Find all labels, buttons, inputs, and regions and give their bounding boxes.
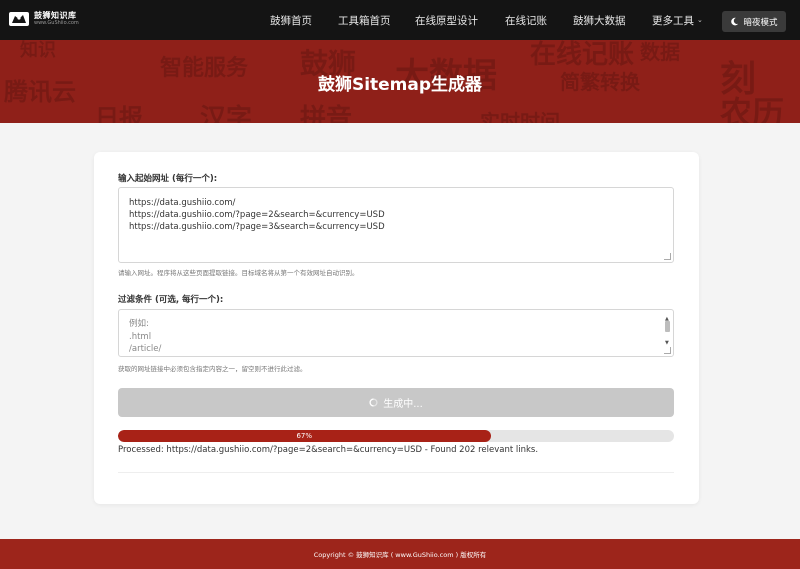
filter-label: 过滤条件 (可选, 每行一个): (118, 295, 224, 305)
night-mode-button[interactable]: 暗夜模式 (722, 11, 786, 32)
logo-title: 鼓狮知识库 (34, 11, 77, 20)
hero-bg-word: 数据 (640, 40, 680, 64)
filter-hint: 获取的网址链接中必须包含指定内容之一，留空则不进行此过滤。 (118, 365, 307, 373)
urls-label: 输入起始网址 (每行一个): (118, 174, 218, 184)
url-line: https://data.gushiio.com/ (129, 198, 236, 208)
hero-bg-word: 汉字 (200, 104, 253, 123)
copyright-text: Copyright © 鼓狮知识库 ( www.GuShiio.com ) 版权… (313, 551, 487, 559)
progress-status-text: Processed: https://data.gushiio.com/?pag… (118, 445, 539, 455)
more-tools-label: 更多工具 (652, 14, 694, 27)
generate-button[interactable]: 生成中... (118, 388, 674, 417)
nav-link-toolbox[interactable]: 工具箱首页 (338, 13, 391, 28)
filter-textarea[interactable]: 例如: .html /article/ ▲ ▼ (118, 309, 674, 357)
generator-card: 输入起始网址 (每行一个): https://data.gushiio.com/… (94, 152, 699, 504)
chevron-down-icon: ⌄ (697, 16, 703, 24)
progress-bar: 67% (118, 430, 674, 442)
divider (118, 472, 674, 473)
scroll-thumb[interactable] (665, 321, 670, 332)
night-mode-label: 暗夜模式 (743, 17, 778, 28)
generate-button-label: 生成中... (383, 399, 423, 410)
lion-logo-icon (9, 12, 29, 26)
top-navbar: 鼓狮知识库 www.GuShiio.com 鼓狮首页 工具箱首页 在线原型设计 … (0, 0, 800, 40)
filter-placeholder-line: 例如: (129, 319, 149, 329)
moon-icon (731, 17, 739, 26)
urls-hint: 请输入网址。程序将从这些页面提取链接。目标域名将从第一个有效网址自动识别。 (118, 269, 359, 277)
progress-percent: 67% (296, 432, 313, 440)
hero-bg-word: 拼音 (300, 104, 353, 123)
spinner-icon (369, 398, 378, 407)
footer: Copyright © 鼓狮知识库 ( www.GuShiio.com ) 版权… (0, 539, 800, 569)
hero-bg-word: 实时时间 (480, 110, 560, 123)
resize-handle-icon[interactable] (664, 253, 671, 260)
site-logo[interactable]: 鼓狮知识库 www.GuShiio.com (8, 10, 79, 28)
progress-fill: 67% (118, 430, 491, 442)
nav-link-more-tools[interactable]: 更多工具 ⌄ (652, 13, 703, 28)
nav-link-bigdata[interactable]: 鼓狮大数据 (573, 13, 626, 28)
nav-link-accounting[interactable]: 在线记账 (505, 13, 547, 28)
hero-banner: 智能服务 鼓狮 大数据 在线记账 刻 腾讯云 简繁转换 日报 汉字 拼音 实时时… (0, 40, 800, 123)
url-line: https://data.gushiio.com/?page=3&search=… (129, 222, 385, 232)
nav-link-prototype[interactable]: 在线原型设计 (415, 13, 478, 28)
hero-bg-word: 知识 (20, 40, 56, 61)
hero-bg-word: 日报 (95, 104, 143, 123)
nav-link-home[interactable]: 鼓狮首页 (270, 13, 312, 28)
url-line: https://data.gushiio.com/?page=2&search=… (129, 210, 385, 220)
resize-handle-icon[interactable] (664, 347, 671, 354)
start-urls-textarea[interactable]: https://data.gushiio.com/ https://data.g… (118, 187, 674, 263)
page-title: 鼓狮Sitemap生成器 (317, 75, 483, 95)
logo-subtitle: www.GuShiio.com (34, 20, 79, 26)
filter-placeholder-line: /article/ (129, 344, 162, 354)
filter-placeholder-line: .html (129, 331, 152, 342)
